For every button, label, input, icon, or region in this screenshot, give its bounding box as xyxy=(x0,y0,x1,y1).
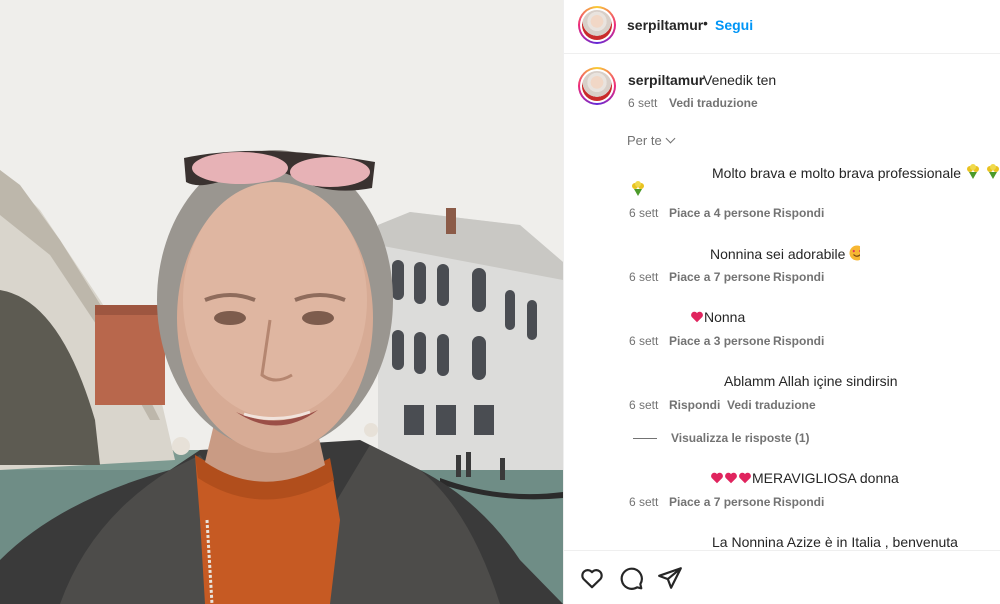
post-detail-panel: serpiltamur • Segui serpiltamur Venedik … xyxy=(563,0,1000,604)
comment-text-row: Molto brava e molto brava professionale xyxy=(712,164,1000,181)
comment-text-wrap xyxy=(630,181,646,198)
comment-date[interactable]: 6 sett xyxy=(629,270,658,284)
caption-text: Venedik ten xyxy=(703,72,777,88)
post-photo xyxy=(0,0,563,604)
comment-likes[interactable]: Piace a 7 persone xyxy=(669,495,770,509)
caption-avatar[interactable] xyxy=(578,67,616,105)
comment-text: Molto brava e molto brava professionale xyxy=(712,165,962,181)
red-heart-emoji-icon xyxy=(739,472,751,484)
comment-text-row: Nonnina sei adorabile xyxy=(710,245,860,262)
bouquet-emoji-icon xyxy=(986,164,999,179)
comment-likes[interactable]: Piace a 4 persone xyxy=(669,206,770,220)
replies-divider-line xyxy=(633,438,657,439)
post-action-bar xyxy=(564,550,1000,604)
comment-likes[interactable]: Piace a 3 persone xyxy=(669,334,770,348)
author-avatar[interactable] xyxy=(578,6,616,44)
selfie-venice-image xyxy=(0,0,563,604)
comment-text: Nonna xyxy=(704,309,746,325)
comment-text: MERAVIGLIOSA donna xyxy=(752,470,899,486)
header-separator: • xyxy=(703,15,708,31)
smiling-hearts-emoji-icon xyxy=(849,245,860,261)
comment-text: La Nonnina Azize è in Italia , benvenuta xyxy=(712,534,958,550)
red-heart-emoji-icon xyxy=(711,472,723,484)
comment-date[interactable]: 6 sett xyxy=(629,206,658,220)
comment-date[interactable]: 6 sett xyxy=(629,334,658,348)
caption-username[interactable]: serpiltamur xyxy=(628,72,704,88)
view-replies-button[interactable]: Visualizza le risposte (1) xyxy=(671,431,810,445)
reply-button[interactable]: Rispondi xyxy=(773,206,824,220)
comment-likes[interactable]: Piace a 7 persone xyxy=(669,270,770,284)
bouquet-emoji-icon xyxy=(632,181,644,196)
follow-button[interactable]: Segui xyxy=(715,17,753,33)
reply-button[interactable]: Rispondi xyxy=(669,398,720,412)
author-username[interactable]: serpiltamur xyxy=(627,17,703,33)
reply-button[interactable]: Rispondi xyxy=(773,495,824,509)
comment-text-row: Nonna xyxy=(690,309,745,325)
caption-date[interactable]: 6 sett xyxy=(628,96,657,110)
comments-scroll-area[interactable]: serpiltamur Venedik ten 6 sett Vedi trad… xyxy=(564,55,1000,550)
post-header: serpiltamur • Segui xyxy=(564,0,1000,54)
bouquet-emoji-icon xyxy=(966,164,979,179)
red-heart-emoji-icon xyxy=(691,311,703,323)
comment-bubble-icon[interactable] xyxy=(618,565,644,591)
comment-text: Ablamm Allah içine sindirsin xyxy=(724,373,898,389)
paper-plane-icon[interactable] xyxy=(657,565,683,591)
reply-button[interactable]: Rispondi xyxy=(773,270,824,284)
chevron-down-icon xyxy=(665,133,676,144)
comment-text: Nonnina sei adorabile xyxy=(710,246,846,262)
comment-filter-dropdown[interactable]: Per te xyxy=(627,133,676,148)
reply-button[interactable]: Rispondi xyxy=(773,334,824,348)
comment-filter-label: Per te xyxy=(627,133,662,148)
comment-text-row: MERAVIGLIOSA donna xyxy=(710,470,899,486)
comment-date[interactable]: 6 sett xyxy=(629,398,658,412)
heart-outline-icon[interactable] xyxy=(579,565,605,591)
red-heart-emoji-icon xyxy=(725,472,737,484)
caption-translate-link[interactable]: Vedi traduzione xyxy=(669,96,758,110)
comment-translate-link[interactable]: Vedi traduzione xyxy=(727,398,816,412)
comment-date[interactable]: 6 sett xyxy=(629,495,658,509)
